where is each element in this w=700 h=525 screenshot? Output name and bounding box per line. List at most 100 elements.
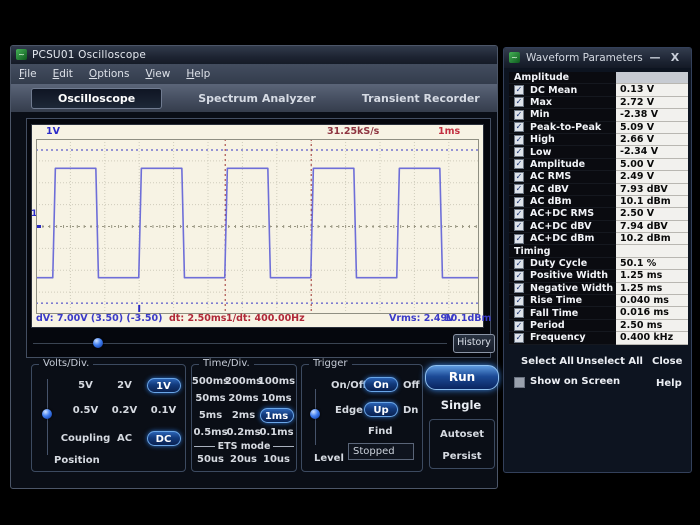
ets-option-10us[interactable]: 10us xyxy=(263,454,290,465)
time-option-500ms[interactable]: 500ms xyxy=(192,376,229,387)
show-on-screen-checkbox[interactable] xyxy=(514,377,525,388)
param-checkbox[interactable]: ✓ xyxy=(514,184,524,194)
tab-oscilloscope[interactable]: Oscilloscope xyxy=(31,88,162,109)
param-checkbox[interactable]: ✓ xyxy=(514,259,524,269)
time-option-0-2ms[interactable]: 0.2ms xyxy=(226,427,260,438)
trigger-on-button[interactable]: On xyxy=(364,377,398,392)
menu-options[interactable]: Options xyxy=(89,68,130,80)
menu-help[interactable]: Help xyxy=(186,68,210,80)
param-label: Amplitude xyxy=(509,72,569,83)
param-checkbox[interactable]: ✓ xyxy=(514,197,524,207)
time-option-1ms[interactable]: 1ms xyxy=(260,408,294,423)
param-value: 2.50 ms xyxy=(616,320,688,332)
close-button[interactable]: Close xyxy=(652,356,682,367)
trigger-level-field[interactable]: Stopped xyxy=(348,443,414,460)
param-checkbox[interactable]: ✓ xyxy=(514,221,524,231)
volts-option-0-1v[interactable]: 0.1V xyxy=(151,405,176,416)
param-label: AC+DC dBm xyxy=(527,233,594,244)
volts-option-2v[interactable]: 2V xyxy=(117,380,132,391)
help-button[interactable]: Help xyxy=(656,378,682,389)
trigger-off-option[interactable]: Off xyxy=(403,380,420,391)
time-option-0-1ms[interactable]: 0.1ms xyxy=(259,427,293,438)
param-checkbox[interactable]: ✓ xyxy=(514,283,524,293)
param-checkbox[interactable]: ✓ xyxy=(514,234,524,244)
param-row: ✓AC+DC dBm10.2 dBm xyxy=(509,233,688,245)
param-row: ✓Min-2.38 V xyxy=(509,109,688,121)
volts-option-0-2v[interactable]: 0.2V xyxy=(112,405,137,416)
single-button[interactable]: Single xyxy=(425,398,497,412)
menu-file[interactable]: File xyxy=(19,68,37,80)
time-div-group: Time/Div. 500ms200ms100ms50ms20ms10ms5ms… xyxy=(191,364,297,472)
coupling-option-ac[interactable]: AC xyxy=(117,433,132,444)
tab-transient-recorder[interactable]: Transient Recorder xyxy=(352,90,490,107)
param-value: 2.49 V xyxy=(616,171,688,183)
param-checkbox[interactable]: ✓ xyxy=(514,333,524,343)
trigger-level-label: Level xyxy=(314,453,344,464)
time-option-5ms[interactable]: 5ms xyxy=(199,410,222,421)
param-value: 50.1 % xyxy=(616,258,688,270)
coupling-option-dc[interactable]: DC xyxy=(147,431,181,446)
time-option-10ms[interactable]: 10ms xyxy=(261,393,291,404)
param-label: AC+DC dBV xyxy=(527,221,591,232)
param-checkbox[interactable]: ✓ xyxy=(514,321,524,331)
tab-spectrum-analyzer[interactable]: Spectrum Analyzer xyxy=(188,90,326,107)
volts-option-1v[interactable]: 1V xyxy=(147,378,181,393)
history-button[interactable]: History xyxy=(453,334,495,353)
param-row: ✓High2.66 V xyxy=(509,134,688,146)
param-checkbox[interactable]: ✓ xyxy=(514,209,524,219)
param-label: Max xyxy=(527,97,552,108)
trigger-dn-option[interactable]: Dn xyxy=(403,405,418,416)
volts-option-0-5v[interactable]: 0.5V xyxy=(73,405,98,416)
param-checkbox[interactable]: ✓ xyxy=(514,97,524,107)
trigger-up-button[interactable]: Up xyxy=(364,402,398,417)
time-option-0-5ms[interactable]: 0.5ms xyxy=(193,427,227,438)
sample-rate-label: 31.25kS/s xyxy=(327,126,379,137)
params-close-button[interactable]: X xyxy=(667,51,683,64)
time-option-50ms[interactable]: 50ms xyxy=(195,393,225,404)
trigger-onoff-label: On/Off xyxy=(331,380,367,391)
menu-view[interactable]: View xyxy=(145,68,170,80)
param-checkbox[interactable]: ✓ xyxy=(514,110,524,120)
scope-scrollbar-thumb[interactable] xyxy=(93,338,103,348)
ets-option-20us[interactable]: 20us xyxy=(230,454,257,465)
time-option-20ms[interactable]: 20ms xyxy=(228,393,258,404)
param-checkbox[interactable]: ✓ xyxy=(514,135,524,145)
scope-status-row: dV: 7.00V (3.50) (-3.50) dt: 2.50ms 1/dt… xyxy=(32,313,483,327)
param-checkbox[interactable]: ✓ xyxy=(514,271,524,281)
dbm-readout: 10.1dBm xyxy=(444,313,491,324)
select-all-button[interactable]: Select All xyxy=(521,356,574,367)
volts-position-slider-thumb[interactable] xyxy=(42,409,52,419)
param-checkbox[interactable]: ✓ xyxy=(514,122,524,132)
param-value xyxy=(616,72,688,84)
trigger-level-slider-thumb[interactable] xyxy=(310,409,320,419)
trigger-find-button[interactable]: Find xyxy=(368,426,393,437)
unselect-all-button[interactable]: Unselect All xyxy=(576,356,643,367)
params-title-bar[interactable]: ~ Waveform Parameters — X xyxy=(504,48,691,68)
param-value: 2.66 V xyxy=(616,134,688,146)
param-checkbox[interactable]: ✓ xyxy=(514,172,524,182)
param-checkbox[interactable]: ✓ xyxy=(514,296,524,306)
menu-edit[interactable]: Edit xyxy=(53,68,73,80)
run-button[interactable]: Run xyxy=(425,365,499,390)
volts-option-5v[interactable]: 5V xyxy=(78,380,93,391)
param-value: 0.400 kHz xyxy=(616,332,688,344)
persist-button[interactable]: Persist xyxy=(430,451,494,462)
autoset-button[interactable]: Autoset xyxy=(430,429,494,440)
trigger-legend: Trigger xyxy=(309,358,352,369)
ets-option-50us[interactable]: 50us xyxy=(197,454,224,465)
aux-group: Autoset Persist xyxy=(429,419,495,469)
param-label: Timing xyxy=(509,246,550,257)
param-label: Low xyxy=(527,147,551,158)
param-label: Frequency xyxy=(527,332,586,343)
time-option-2ms[interactable]: 2ms xyxy=(232,410,255,421)
param-checkbox[interactable]: ✓ xyxy=(514,159,524,169)
param-checkbox[interactable]: ✓ xyxy=(514,85,524,95)
param-label: Peak-to-Peak xyxy=(527,122,601,133)
title-bar[interactable]: ~ PCSU01 Oscilloscope xyxy=(11,46,497,64)
param-checkbox[interactable]: ✓ xyxy=(514,308,524,318)
time-option-100ms[interactable]: 100ms xyxy=(258,376,295,387)
time-option-200ms[interactable]: 200ms xyxy=(225,376,262,387)
menu-bar: File Edit Options View Help xyxy=(11,64,497,84)
params-minimize-button[interactable]: — xyxy=(647,51,663,64)
param-checkbox[interactable]: ✓ xyxy=(514,147,524,157)
